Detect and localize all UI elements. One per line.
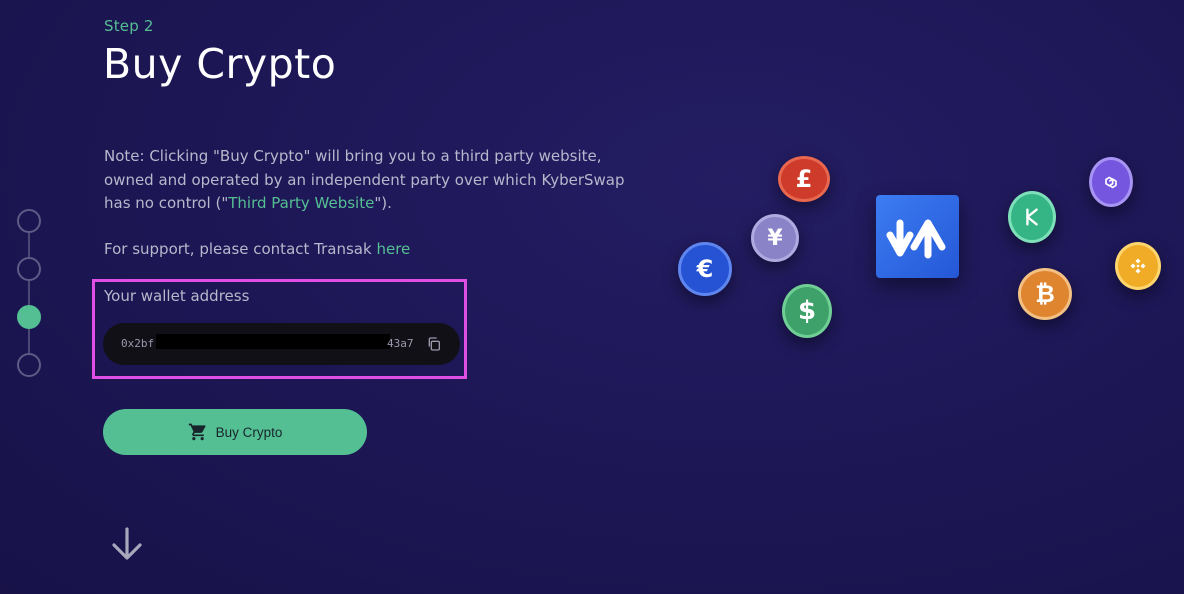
bitcoin-coin-icon: ₿ xyxy=(1018,268,1072,320)
pound-coin-icon: £ xyxy=(778,156,830,202)
stepper-connector xyxy=(28,233,30,257)
stepper-connector xyxy=(28,281,30,305)
step-indicator-1 xyxy=(17,209,41,233)
yen-coin-icon: ¥ xyxy=(751,214,799,262)
support-here-link[interactable]: here xyxy=(376,240,410,258)
support-label: For support, please contact Transak xyxy=(104,240,377,258)
page-title: Buy Crypto xyxy=(103,40,337,88)
stepper-connector xyxy=(28,329,30,353)
third-party-note: Note: Clicking "Buy Crypto" will bring y… xyxy=(104,145,644,216)
crypto-coins-illustration: £ ¥ € $ ₿ xyxy=(668,150,1184,340)
step-indicator-3-active xyxy=(17,305,41,329)
wallet-address-field: 0x2bf 43a7 xyxy=(103,323,460,365)
dollar-coin-icon: $ xyxy=(782,284,832,338)
euro-coin-icon: € xyxy=(678,242,732,296)
third-party-website-link[interactable]: Third Party Website xyxy=(228,194,374,212)
cart-icon xyxy=(188,423,206,441)
wallet-address-prefix: 0x2bf xyxy=(121,337,155,350)
arrow-down-icon[interactable] xyxy=(108,525,146,563)
support-text: For support, please contact Transak here xyxy=(104,240,410,258)
wallet-address-redaction xyxy=(156,334,390,349)
note-text-end: "). xyxy=(374,194,392,212)
step-label: Step 2 xyxy=(104,17,154,35)
polygon-coin-icon xyxy=(1089,157,1133,207)
kyber-coin-icon xyxy=(1008,191,1056,243)
kyberswap-logo-icon xyxy=(876,195,959,278)
buy-crypto-button[interactable]: Buy Crypto xyxy=(103,409,367,455)
bnb-coin-icon xyxy=(1115,242,1161,290)
step-indicator-4 xyxy=(17,353,41,377)
wallet-address-label: Your wallet address xyxy=(104,287,250,305)
buy-crypto-label: Buy Crypto xyxy=(215,424,283,440)
copy-icon[interactable] xyxy=(426,336,442,352)
step-indicator-2 xyxy=(17,257,41,281)
wallet-address-suffix: 43a7 xyxy=(387,337,414,350)
